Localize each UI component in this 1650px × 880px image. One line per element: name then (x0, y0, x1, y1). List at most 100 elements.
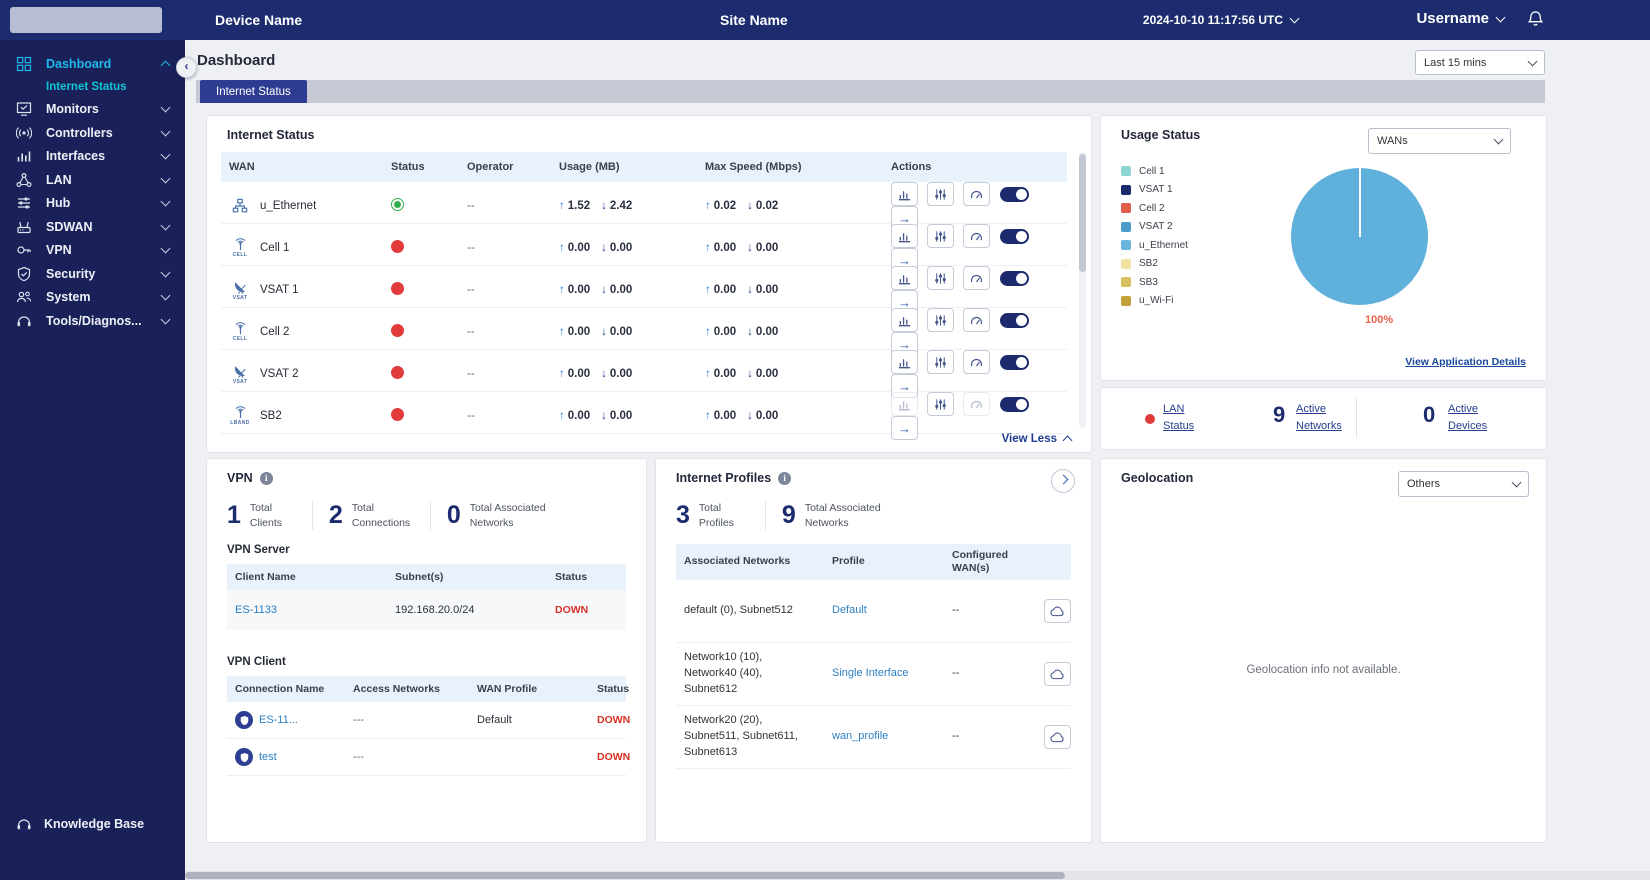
legend-swatch (1121, 221, 1131, 232)
upload-arrow-icon: ↑ (705, 326, 711, 338)
table-scrollbar[interactable] (1079, 152, 1086, 428)
scrollbar-thumb[interactable] (185, 872, 1065, 879)
status-down-icon (391, 366, 404, 379)
wan-enable-toggle[interactable] (999, 354, 1029, 370)
usage-cell: ↑ 0.00 ↓ 0.00 (559, 410, 633, 422)
speedtest-button[interactable] (963, 182, 991, 206)
sidebar-item-security[interactable]: Security (0, 262, 185, 286)
download-arrow-icon: ↓ (747, 200, 753, 212)
sidebar-item-label: VPN (46, 243, 72, 258)
usage-chart-button[interactable] (891, 392, 918, 416)
wan-details-button[interactable] (927, 308, 955, 332)
horizontal-scrollbar[interactable] (185, 871, 1650, 880)
usage-status-card: Usage Status WANs Cell 1 VSAT 1 Cell 2 V… (1100, 115, 1547, 381)
speedtest-button[interactable] (963, 224, 991, 248)
notifications-bell-icon[interactable] (1527, 10, 1544, 27)
active-devices-link[interactable]: Active Devices (1448, 401, 1498, 434)
user-menu[interactable]: Username (1416, 10, 1506, 27)
active-networks-link[interactable]: Active Networks (1296, 401, 1354, 434)
sidebar-item-controllers[interactable]: Controllers (0, 121, 185, 145)
geolocation-filter-select[interactable]: Others (1398, 471, 1529, 497)
connection-name-link[interactable]: test (259, 751, 277, 763)
operator-value: -- (467, 326, 475, 338)
wan-enable-toggle[interactable] (999, 396, 1029, 412)
collapse-sidebar-button[interactable]: ‹ (176, 57, 197, 78)
speedtest-cloud-button[interactable] (1044, 599, 1071, 623)
view-less-link[interactable]: View Less (1002, 433, 1073, 446)
sidebar-item-lan[interactable]: LAN (0, 168, 185, 192)
time-range-select[interactable]: Last 15 mins (1415, 50, 1545, 75)
operator-value: -- (467, 284, 475, 296)
wan-details-button[interactable] (927, 266, 955, 290)
tab-internet-status[interactable]: Internet Status (200, 80, 307, 103)
connection-name-link[interactable]: ES-11... (259, 714, 298, 726)
active-networks-count: 9 (1273, 402, 1286, 427)
speedtest-button[interactable] (963, 392, 991, 416)
wan-goto-button[interactable]: → (891, 416, 918, 440)
lan-status-dot (1145, 414, 1155, 424)
speedtest-cloud-button[interactable] (1044, 662, 1071, 686)
legend-swatch (1121, 184, 1131, 195)
sidebar-item-dashboard[interactable]: Dashboard (0, 52, 185, 76)
speedtest-cloud-button[interactable] (1044, 725, 1071, 749)
max-speed-cell: ↑ 0.02 ↓ 0.02 (705, 200, 779, 212)
usage-chart-button[interactable] (891, 182, 918, 206)
wan-details-button[interactable] (927, 182, 955, 206)
vpn-stats: 1 Total Clients 2 Total Connections 0 To… (227, 501, 626, 530)
usage-chart-button[interactable] (891, 350, 918, 374)
sidebar-item-system[interactable]: System (0, 286, 185, 310)
sidebar-item-tools-diagnostics[interactable]: Tools/Diagnos... (0, 309, 185, 333)
upload-arrow-icon: ↑ (705, 284, 711, 296)
sidebar-item-hub[interactable]: Hub (0, 192, 185, 216)
sidebar-item-label: System (46, 290, 91, 305)
wan-details-button[interactable] (927, 392, 955, 416)
sidebar-item-internet-status[interactable]: Internet Status (0, 76, 185, 98)
col-operator: Operator (467, 161, 514, 173)
wan-details-button[interactable] (927, 224, 955, 248)
col-max-speed: Max Speed (Mbps) (705, 161, 802, 173)
vsat-dish-icon: VSAT (229, 280, 251, 301)
table-row: LBAND SB2 -- ↑ 0.00 ↓ 0.00 ↑ 0.00 ↓ 0.00 → (221, 392, 1067, 440)
wan-enable-toggle[interactable] (999, 312, 1029, 328)
profile-link[interactable]: Default (832, 604, 867, 616)
subnets-value: 192.168.20.0/24 (395, 604, 475, 616)
profile-link[interactable]: wan_profile (832, 730, 888, 742)
vpn-server-heading: VPN Server (227, 544, 290, 556)
chevron-down-icon (160, 314, 171, 325)
monitors-icon (16, 101, 33, 117)
sidebar-item-vpn[interactable]: VPN (0, 239, 185, 263)
info-icon[interactable]: i (259, 471, 273, 485)
view-application-details-link[interactable]: View Application Details (1405, 356, 1526, 368)
chevron-down-icon (1495, 12, 1506, 22)
sidebar-item-monitors[interactable]: Monitors (0, 98, 185, 122)
status-down-icon (391, 408, 404, 421)
usage-chart-button[interactable] (891, 266, 918, 290)
usage-filter-select[interactable]: WANs (1368, 128, 1511, 154)
speedtest-button[interactable] (963, 308, 991, 332)
scrollbar-thumb[interactable] (1079, 154, 1086, 272)
speedtest-button[interactable] (963, 266, 991, 290)
configured-wans-value: -- (952, 667, 960, 680)
wan-details-button[interactable] (927, 350, 955, 374)
wan-enable-toggle[interactable] (999, 270, 1029, 286)
col-wan: WAN (229, 161, 255, 173)
knowledge-base-link[interactable]: Knowledge Base (16, 816, 144, 832)
profile-row: Network10 (10), Network40 (40), Subnet61… (676, 643, 1071, 706)
lan-status-link[interactable]: LAN Status (1163, 401, 1211, 434)
info-icon[interactable]: i (778, 471, 792, 485)
speedtest-button[interactable] (963, 350, 991, 374)
associated-networks-value: default (0), Subnet512 (684, 604, 793, 617)
usage-chart-button[interactable] (891, 224, 918, 248)
wan-enable-toggle[interactable] (999, 186, 1029, 202)
profile-link[interactable]: Single Interface (832, 667, 908, 679)
usage-chart-button[interactable] (891, 308, 918, 332)
wan-enable-toggle[interactable] (999, 228, 1029, 244)
sidebar-item-interfaces[interactable]: Interfaces (0, 145, 185, 169)
chevron-down-icon (160, 267, 171, 278)
profiles-next-button[interactable] (1051, 469, 1075, 493)
chevron-down-icon (160, 290, 171, 301)
client-name-link[interactable]: ES-1133 (235, 604, 277, 616)
sidebar-item-sdwan[interactable]: SDWAN (0, 215, 185, 239)
sidebar-subitem-label: Internet Status (46, 80, 127, 93)
time-utc-dropdown[interactable]: 2024-10-10 11:17:56 UTC (1143, 13, 1300, 27)
